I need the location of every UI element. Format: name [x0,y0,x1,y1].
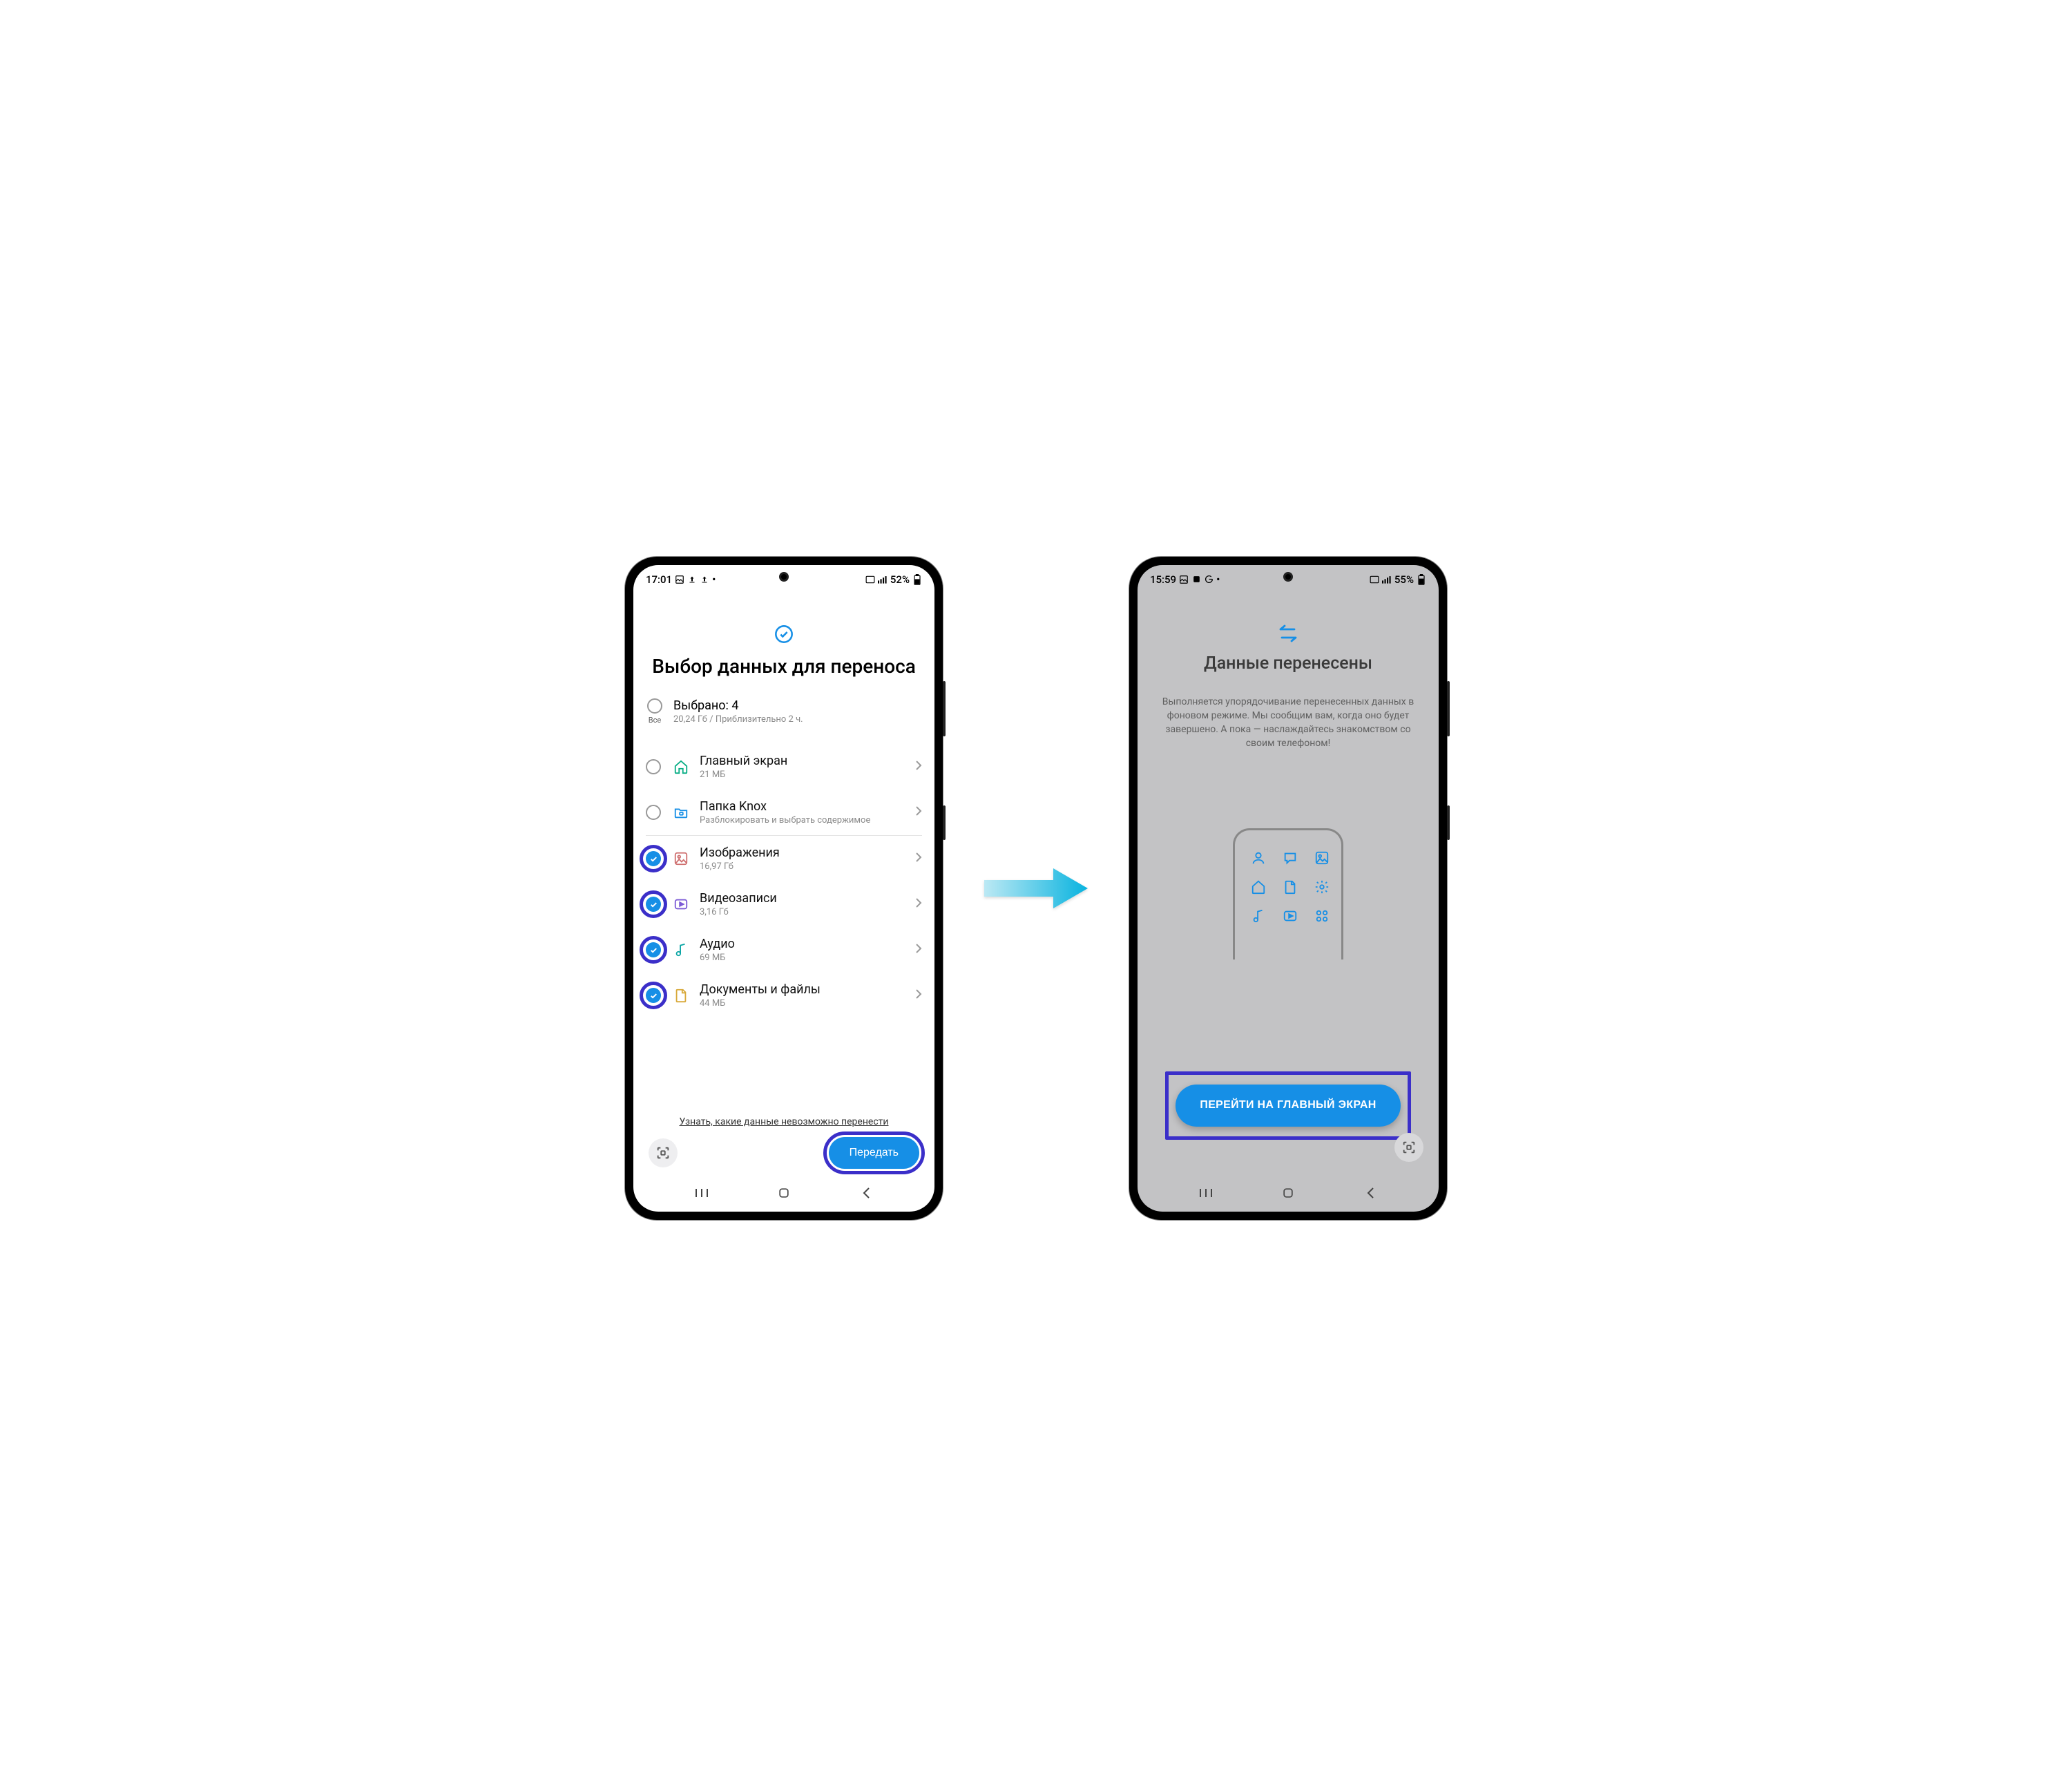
video-icon [1282,908,1298,924]
checkbox-checked[interactable] [646,942,661,957]
row-title: Папка Knox [700,799,905,814]
row-sub: 16,97 Гб [700,861,905,872]
checkbox-checked[interactable] [646,988,661,1003]
row-title: Документы и файлы [700,982,905,997]
document-icon [1282,879,1298,895]
select-all-checkbox[interactable] [647,698,662,714]
row-sub: 3,16 Гб [700,907,905,917]
go-home-button[interactable]: ПЕРЕЙТИ НА ГЛАВНЫЙ ЭКРАН [1176,1085,1401,1127]
apps-icon [1314,908,1330,924]
battery-icon [1417,575,1426,584]
row-documents[interactable]: Документы и файлы 44 МБ [646,973,922,1018]
video-icon [672,895,690,913]
capture-icon-button[interactable] [1394,1133,1423,1162]
upload-icon [700,575,709,584]
chevron-right-icon [915,805,922,819]
capture-icon-button[interactable] [649,1138,678,1167]
transfer-icon [1153,624,1423,642]
image-icon [672,850,690,868]
dot-icon: • [1216,573,1220,586]
row-sub: 21 МБ [700,770,905,780]
nav-recents[interactable] [1192,1187,1220,1199]
row-home-screen[interactable]: Главный экран 21 МБ [646,744,922,790]
status-time: 15:59 [1150,573,1176,586]
nav-home[interactable] [770,1186,798,1200]
audio-icon [1250,908,1267,924]
dot-icon: • [712,573,716,586]
nav-back[interactable] [852,1187,880,1199]
row-images[interactable]: Изображения 16,97 Гб [646,836,922,881]
chat-icon [1282,850,1298,866]
folder-lock-icon [672,803,690,821]
signal-icon [878,575,888,584]
status-time: 17:01 [646,573,672,586]
page-title: Выбор данных для переноса [646,655,922,678]
nav-bar [633,1178,934,1212]
nav-bar [1138,1178,1439,1212]
data-type-list: Главный экран 21 МБ Папка Knox Разблокир… [646,744,922,1103]
front-camera [779,572,789,582]
audio-icon [672,941,690,959]
home-icon [672,758,690,776]
submit-button[interactable]: Передать [829,1137,919,1169]
nav-recents[interactable] [688,1187,716,1199]
header-check-icon [646,624,922,644]
phone-left: 17:01 • 52% Выбор данных для переноса [625,557,943,1220]
gallery-icon [675,575,684,584]
row-videos[interactable]: Видеозаписи 3,16 Гб [646,881,922,927]
selected-count: Выбрано: 4 [673,698,803,713]
select-all-row[interactable]: Все Выбрано: 4 20,24 Гб / Приблизительно… [646,698,922,725]
battery-pct: 52% [890,573,910,586]
battery-icon [912,575,922,584]
app-icon [1191,575,1201,584]
nav-home[interactable] [1274,1186,1302,1200]
checkbox[interactable] [646,805,661,820]
signal-icon [1382,575,1392,584]
checkbox[interactable] [646,759,661,774]
front-camera [1283,572,1293,582]
gallery-icon [1179,575,1189,584]
volte-icon [1370,575,1379,584]
chevron-right-icon [915,989,922,1002]
cta-highlight: ПЕРЕЙТИ НА ГЛАВНЫЙ ЭКРАН [1165,1071,1411,1140]
chevron-right-icon [915,852,922,866]
gear-icon [1314,879,1330,895]
row-audio[interactable]: Аудио 69 МБ [646,927,922,973]
volte-icon [865,575,875,584]
chevron-right-icon [915,897,922,911]
row-title: Видеозаписи [700,891,905,906]
checkbox-checked[interactable] [646,897,661,912]
nav-back[interactable] [1356,1187,1384,1199]
google-icon [1204,575,1214,584]
chevron-right-icon [915,943,922,957]
home-icon [1250,879,1267,895]
document-icon [672,986,690,1004]
row-sub: 69 МБ [700,953,905,963]
page-description: Выполняется упорядочивание перенесенных … [1153,695,1423,751]
row-sub: Разблокировать и выбрать содержимое [700,815,905,825]
image-icon [1314,850,1330,866]
person-icon [1250,850,1267,866]
phone-right: 15:59 • 55% Данные перенесены Выполняетс… [1129,557,1447,1220]
row-title: Главный экран [700,754,905,768]
select-all-label: Все [649,716,661,725]
row-title: Аудио [700,937,905,951]
upload-icon [687,575,697,584]
info-link[interactable]: Узнать, какие данные невозможно перенест… [646,1116,922,1127]
battery-pct: 55% [1394,573,1414,586]
page-title: Данные перенесены [1153,653,1423,674]
row-title: Изображения [700,846,905,860]
selected-sub: 20,24 Гб / Приблизительно 2 ч. [673,714,803,725]
transition-arrow [984,864,1088,913]
chevron-right-icon [915,760,922,774]
checkbox-checked[interactable] [646,851,661,866]
row-sub: 44 МБ [700,998,905,1009]
transfer-illustration [1153,828,1423,959]
row-knox[interactable]: Папка Knox Разблокировать и выбрать соде… [646,790,922,836]
